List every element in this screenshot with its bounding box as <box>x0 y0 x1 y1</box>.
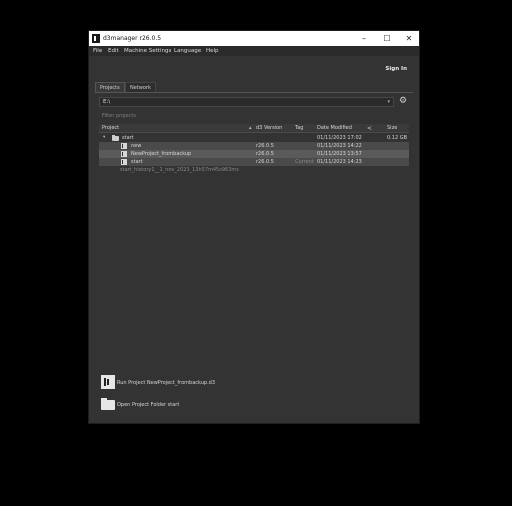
menu-language[interactable]: Language <box>174 46 201 56</box>
share-icon[interactable]: < <box>367 124 372 133</box>
sign-in-button[interactable]: Sign In <box>385 66 407 72</box>
column-d3-version[interactable]: d3 Version <box>256 124 282 133</box>
chevron-down-icon: ▾ <box>387 99 390 105</box>
row-name: start <box>131 159 143 165</box>
menu-edit[interactable]: Edit <box>108 46 119 56</box>
row-version: r26.0.5 <box>256 159 274 165</box>
column-project[interactable]: Project <box>102 124 119 133</box>
column-size[interactable]: Size <box>387 124 397 133</box>
row-name: new <box>131 143 142 149</box>
menu-bar: File Edit Machine Settings Language Help <box>89 46 419 56</box>
open-project-folder-button[interactable]: Open Project Folder start <box>101 397 301 413</box>
expand-caret-icon[interactable]: ▾ <box>103 134 105 142</box>
app-window: d3manager r26.0.5 – ☐ ✕ File Edit Machin… <box>88 30 420 424</box>
project-path-dropdown[interactable]: E:\ ▾ <box>99 97 394 107</box>
d3-app-icon <box>92 34 100 43</box>
filter-projects-input[interactable]: Filter projects <box>99 112 409 121</box>
table-row-folder-start[interactable]: ▾ start 01/11/2023 17:02 0.12 GB <box>99 134 409 142</box>
row-name: start_history1__1_nov_2023_13h57m45s963m… <box>120 167 239 173</box>
title-bar: d3manager r26.0.5 – ☐ ✕ <box>89 31 419 46</box>
tab-projects[interactable]: Projects <box>95 82 125 92</box>
close-button[interactable]: ✕ <box>398 31 420 46</box>
d3-project-icon <box>121 151 127 157</box>
d3-project-icon <box>121 159 127 165</box>
d3-run-icon <box>101 375 115 389</box>
row-date: 01/11/2023 13:57 <box>317 151 362 157</box>
column-tag[interactable]: Tag <box>295 124 303 133</box>
row-name: NewProject_frombackup <box>131 151 192 157</box>
row-date: 01/11/2023 17:02 <box>317 135 362 141</box>
folder-icon <box>112 135 119 141</box>
window-title: d3manager r26.0.5 <box>103 35 162 42</box>
projects-table: Project ▴ d3 Version Tag Date Modified <… <box>99 124 409 364</box>
row-date: 01/11/2023 14:22 <box>317 143 362 149</box>
table-row-project-newproject-frombackup[interactable]: NewProject_frombackup r26.0.5 01/11/2023… <box>99 150 409 158</box>
row-name: start <box>122 135 134 141</box>
run-project-button[interactable]: Run Project NewProject_frombackup.d3 <box>101 375 301 391</box>
maximize-button[interactable]: ☐ <box>376 31 398 46</box>
tab-divider <box>95 92 413 93</box>
row-size: 0.12 GB <box>387 135 408 141</box>
d3-project-icon <box>121 143 127 149</box>
open-folder-label: Open Project Folder start <box>117 402 180 408</box>
project-path-value: E:\ <box>103 99 111 105</box>
row-version: r26.0.5 <box>256 143 274 149</box>
run-project-label: Run Project NewProject_frombackup.d3 <box>117 380 216 386</box>
table-header: Project ▴ d3 Version Tag Date Modified <… <box>99 124 409 133</box>
minimize-button[interactable]: – <box>353 31 375 46</box>
gear-icon[interactable]: ⚙ <box>399 96 407 107</box>
menu-file[interactable]: File <box>93 46 102 56</box>
sort-asc-icon: ▴ <box>249 125 252 131</box>
table-row-history[interactable]: start_history1__1_nov_2023_13h57m45s963m… <box>99 166 409 174</box>
folder-icon <box>101 398 115 410</box>
menu-help[interactable]: Help <box>206 46 219 56</box>
table-row-project-new[interactable]: new r26.0.5 01/11/2023 14:22 <box>99 142 409 150</box>
row-version: r26.0.5 <box>256 151 274 157</box>
row-date: 01/11/2023 14:23 <box>317 159 362 165</box>
tab-network[interactable]: Network <box>125 82 156 92</box>
row-tag: Current <box>295 159 314 165</box>
menu-machine-settings[interactable]: Machine Settings <box>124 46 171 56</box>
table-row-project-start[interactable]: start r26.0.5 Current 01/11/2023 14:23 <box>99 158 409 166</box>
column-date-modified[interactable]: Date Modified <box>317 124 352 133</box>
